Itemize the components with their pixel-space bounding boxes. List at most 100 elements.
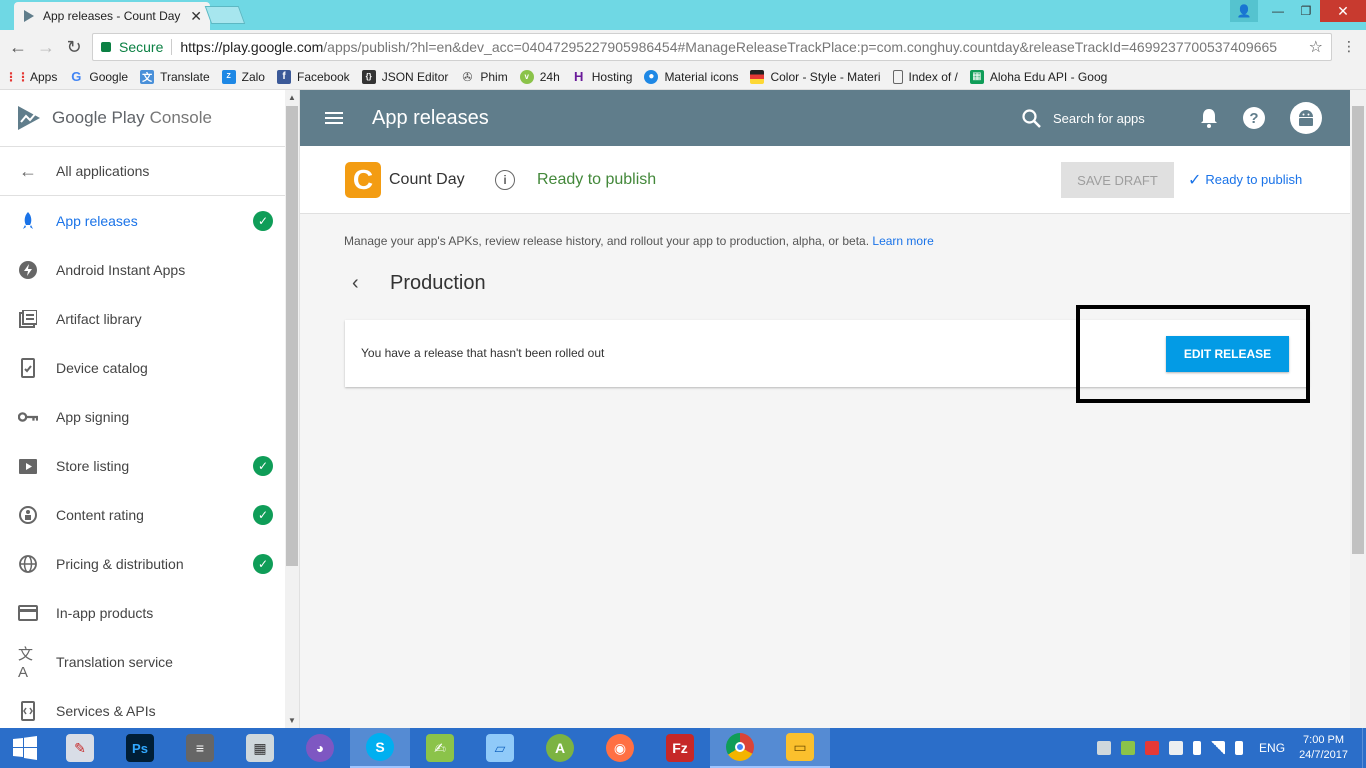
sidebar-item-device-catalog[interactable]: Device catalog: [0, 343, 299, 392]
rating-icon: [18, 505, 38, 525]
info-icon[interactable]: i: [495, 169, 515, 190]
play-console-logo[interactable]: Google Play Console: [0, 90, 299, 146]
browser-menu-icon[interactable]: ⋮: [1342, 38, 1356, 55]
bookmark-google[interactable]: G Google: [69, 69, 128, 84]
sidebar-item-android-instant-apps[interactable]: Android Instant Apps: [0, 245, 299, 294]
tab-close-icon[interactable]: ✕: [190, 8, 202, 25]
sidebar-item-app-signing[interactable]: App signing: [0, 392, 299, 441]
sidebar-item-in-app-products[interactable]: In-app products: [0, 588, 299, 637]
bookmark-label: Zalo: [241, 69, 265, 84]
google-icon: G: [71, 69, 82, 84]
bookmark-zalo[interactable]: Z Zalo: [221, 69, 265, 84]
language-indicator[interactable]: ENG: [1259, 741, 1285, 755]
forward-arrow-icon[interactable]: →: [32, 37, 60, 58]
check-circle-icon: ✓: [253, 210, 273, 231]
app-header: C Count Day i Ready to publish SAVE DRAF…: [300, 146, 1350, 214]
bookmark-index-of[interactable]: Index of /: [892, 69, 958, 84]
sidebar-item-artifact-library[interactable]: Artifact library: [0, 294, 299, 343]
bookmark-facebook[interactable]: f Facebook: [276, 69, 350, 84]
scroll-down-arrow[interactable]: ▼: [288, 716, 296, 725]
search-apps[interactable]: Search for apps: [1022, 108, 1145, 128]
sidebar-item-translation-service[interactable]: 文A Translation service: [0, 637, 299, 686]
learn-more-link[interactable]: Learn more: [872, 234, 933, 248]
sidebar-item-store-listing[interactable]: Store listing ✓: [0, 441, 299, 490]
tray-network-icon[interactable]: [1211, 741, 1226, 755]
taskbar-filezilla-icon[interactable]: Fz: [650, 728, 710, 768]
secure-indicator[interactable]: Secure: [101, 39, 163, 55]
bookmark-aloha-edu[interactable]: ▦ Aloha Edu API - Goog: [969, 69, 1107, 84]
url-host: https://play.google.com: [180, 39, 324, 55]
taskbar-paint-icon[interactable]: ✎: [50, 728, 110, 768]
sidebar-item-label: Content rating: [56, 506, 144, 523]
scrollbar-thumb[interactable]: [1352, 106, 1364, 554]
taskbar-database-icon[interactable]: ≡: [170, 728, 230, 768]
bookmark-translate[interactable]: 文 Translate: [140, 69, 210, 84]
bookmark-apps[interactable]: ⋮⋮ Apps: [5, 70, 57, 84]
address-bar[interactable]: Secure https://play.google.com/apps/publ…: [92, 33, 1332, 61]
taskbar-book-icon[interactable]: ▱: [470, 728, 530, 768]
close-window-button[interactable]: ✕: [1320, 0, 1366, 22]
hamburger-menu-icon[interactable]: [325, 109, 343, 127]
taskbar-photoshop-icon[interactable]: Ps: [110, 728, 170, 768]
system-clock[interactable]: 7:00 PM 24/7/2017: [1299, 733, 1348, 763]
sidebar-item-pricing-distribution[interactable]: Pricing & distribution ✓: [0, 539, 299, 588]
bookmark-label: Index of /: [908, 69, 958, 84]
app-name: Count Day: [389, 170, 465, 188]
sidebar-item-content-rating[interactable]: Content rating ✓: [0, 490, 299, 539]
scroll-up-arrow[interactable]: ▲: [288, 93, 296, 102]
bookmark-24h[interactable]: v 24h: [519, 69, 560, 84]
profile-icon[interactable]: 👤: [1230, 0, 1258, 22]
taskbar-cat-app-icon[interactable]: ◕: [290, 728, 350, 768]
bookmark-material-icons[interactable]: ● Material icons: [644, 69, 738, 84]
bookmark-phim[interactable]: ✇ Phim: [460, 70, 507, 84]
taskbar-android-studio-icon[interactable]: A: [530, 728, 590, 768]
tray-shield-icon[interactable]: [1121, 741, 1136, 755]
taskbar-chrome-icon[interactable]: [710, 728, 770, 768]
bookmark-hosting[interactable]: H Hosting: [572, 69, 632, 84]
tray-volume-icon[interactable]: [1235, 741, 1244, 755]
scrollbar-thumb[interactable]: [286, 106, 298, 566]
film-reel-icon: ✇: [462, 69, 473, 84]
taskbar-notepad-plus-icon[interactable]: ✍: [410, 728, 470, 768]
taskbar-firefox-icon[interactable]: ◉: [590, 728, 650, 768]
notifications-bell-icon[interactable]: [1200, 108, 1218, 128]
show-desktop-button[interactable]: [1362, 728, 1366, 768]
tray-battery-icon[interactable]: [1193, 741, 1202, 755]
facebook-icon: f: [276, 69, 291, 84]
sidebar-scrollbar[interactable]: ▲ ▼: [285, 90, 299, 728]
sidebar-item-label: In-app products: [56, 604, 154, 621]
restore-button[interactable]: ❐: [1292, 0, 1320, 22]
url-text[interactable]: https://play.google.com/apps/publish/?hl…: [180, 39, 1302, 55]
windows-start-icon[interactable]: [0, 728, 50, 768]
tray-device-icon[interactable]: [1097, 741, 1112, 755]
secure-label: Secure: [119, 39, 164, 55]
sidebar-item-app-releases[interactable]: App releases ✓: [0, 196, 299, 245]
account-avatar[interactable]: [1290, 102, 1322, 134]
taskbar-calculator-icon[interactable]: ▦: [230, 728, 290, 768]
key-icon: [18, 407, 38, 427]
bookmark-color-style[interactable]: Color - Style - Materi: [750, 69, 881, 84]
help-icon[interactable]: ?: [1243, 107, 1265, 129]
bookmark-label: JSON Editor: [381, 69, 449, 84]
ready-to-publish-link[interactable]: ✓ Ready to publish: [1188, 170, 1302, 190]
api-icon: [18, 700, 38, 721]
save-draft-button[interactable]: SAVE DRAFT: [1061, 162, 1174, 198]
sidebar-item-label: Services & APIs: [56, 702, 156, 719]
taskbar-file-explorer-icon[interactable]: ▭: [770, 728, 830, 768]
reload-icon[interactable]: ↻: [60, 37, 88, 58]
bookmark-json-editor[interactable]: {} JSON Editor: [361, 69, 449, 84]
sidebar-item-services-apis[interactable]: Services & APIs: [0, 686, 299, 728]
brand-suffix: Console: [149, 108, 212, 127]
sidebar-item-label: Store listing: [56, 457, 130, 474]
minimize-button[interactable]: —: [1264, 0, 1292, 22]
new-tab-button[interactable]: [204, 6, 246, 24]
sidebar-item-all-applications[interactable]: ← All applications: [0, 147, 299, 196]
tray-flag-icon[interactable]: [1169, 741, 1184, 755]
main-scrollbar[interactable]: [1350, 90, 1366, 728]
browser-tab[interactable]: App releases - Count Day ✕: [14, 2, 210, 30]
back-arrow-icon[interactable]: ←: [4, 37, 32, 58]
tray-vivaldi-icon[interactable]: [1145, 741, 1160, 755]
chevron-left-icon[interactable]: ‹: [352, 272, 372, 295]
bookmark-star-icon[interactable]: ☆: [1309, 37, 1323, 57]
taskbar-skype-icon[interactable]: S: [350, 728, 410, 768]
